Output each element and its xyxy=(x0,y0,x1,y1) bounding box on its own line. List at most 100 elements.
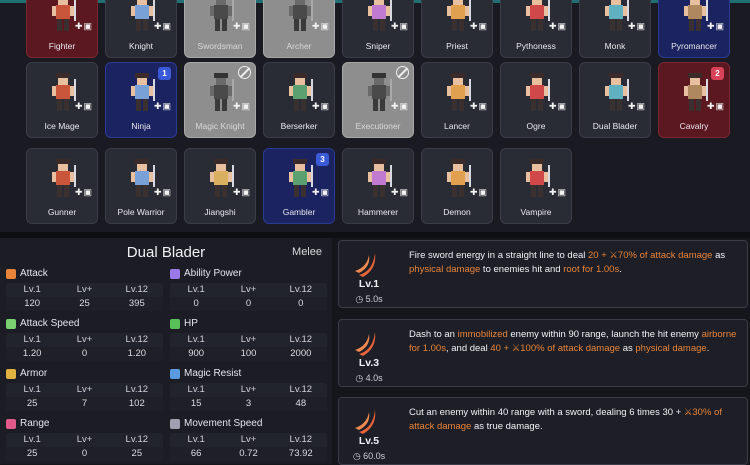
trait-icons: ✚▣ xyxy=(311,187,330,197)
skills-panel: Lv.1 ◷ 5.0s Fire sword energy in a strai… xyxy=(338,238,750,465)
stat-label: Attack Speed xyxy=(6,317,163,331)
stat-table: Lv.1 Lv+ Lv.12 900 100 2000 xyxy=(170,333,327,361)
trait-icons: ✚▣ xyxy=(469,187,488,197)
skill-level-label: Lv.1 xyxy=(358,278,380,290)
trait-icons: ✚▣ xyxy=(548,101,567,111)
stat-table: Lv.1 Lv+ Lv.12 15 3 48 xyxy=(170,383,327,411)
unit-card[interactable]: ✚▣ Jiangshi xyxy=(184,148,256,224)
stat-table: Lv.1 Lv+ Lv.12 25 7 102 xyxy=(6,383,163,411)
slash-skill-icon xyxy=(355,332,376,356)
unit-card[interactable]: ✚▣ Gunner xyxy=(26,148,98,224)
skill-card[interactable]: Lv.5 ◷ 60.0s Cut an enemy within 40 rang… xyxy=(338,397,748,465)
trait-icons: ✚▣ xyxy=(469,101,488,111)
unit-card[interactable]: ✚▣ Lancer xyxy=(421,62,493,138)
speed-icon xyxy=(6,319,16,329)
unit-stats-panel: Dual Blader Melee Attack Lv.1 Lv+ Lv.12 120 2… xyxy=(0,238,332,464)
trait-icons: ✚▣ xyxy=(232,187,251,197)
trait-icons: ✚▣ xyxy=(74,101,93,111)
unit-card-label: Hammerer xyxy=(357,207,399,217)
trait-icons: ✚▣ xyxy=(627,101,646,111)
unit-card[interactable]: ✚▣ Ice Mage xyxy=(26,62,98,138)
skill-description: Fire sword energy in a straight line to … xyxy=(409,250,726,275)
unit-card-label: Gambler xyxy=(282,207,316,217)
skill-cooldown: ◷ 60.0s xyxy=(352,451,386,461)
stat-label: Ability Power xyxy=(170,267,327,281)
unit-card[interactable]: ✚▣ Demon xyxy=(421,148,493,224)
unit-card-label: Cavalry xyxy=(679,121,709,131)
unit-card[interactable]: ✚▣ Executioner xyxy=(342,62,414,138)
stat-block: Ability Power Lv.1 Lv+ Lv.12 0 0 0 xyxy=(170,267,327,311)
skill-description: Cut an enemy within 40 range with a swor… xyxy=(409,407,722,432)
unit-card[interactable]: ✚▣ Vampire xyxy=(500,148,572,224)
unit-name-title: Dual Blader xyxy=(126,244,206,261)
plus-icon xyxy=(170,319,180,329)
unit-card-label: Pole Warrior xyxy=(117,207,165,217)
skill-level-label: Lv.5 xyxy=(358,435,380,447)
unit-card[interactable]: ✚▣ Pyromancer xyxy=(658,0,730,58)
boot-icon xyxy=(170,419,180,429)
unit-card[interactable]: ✚▣ Monk xyxy=(579,0,651,58)
unit-card-label: Executioner xyxy=(355,121,401,131)
stat-block: Movement Speed Lv.1 Lv+ Lv.12 66 0.72 73.92 xyxy=(170,417,327,461)
stat-label: Range xyxy=(6,417,163,431)
unit-card[interactable]: ✚▣ Dual Blader xyxy=(579,62,651,138)
stat-label: Magic Resist xyxy=(170,367,327,381)
selection-order-badge: 1 xyxy=(158,67,171,80)
unit-card[interactable]: ✚▣ Ninja 1 xyxy=(105,62,177,138)
stat-block: Armor Lv.1 Lv+ Lv.12 25 7 102 xyxy=(6,367,163,411)
stat-block: Magic Resist Lv.1 Lv+ Lv.12 15 3 48 xyxy=(170,367,327,411)
skill-cooldown: ◷ 4.0s xyxy=(355,373,383,383)
unit-card-label: Swordsman xyxy=(197,41,243,51)
trait-icons: ✚▣ xyxy=(153,187,172,197)
unit-card-label: Ninja xyxy=(131,121,151,131)
trait-icons: ✚▣ xyxy=(627,21,646,31)
orb-icon xyxy=(170,369,180,379)
unit-card[interactable]: ✚▣ Magic Knight xyxy=(184,62,256,138)
trait-icons: ✚▣ xyxy=(74,21,93,31)
trait-icons: ✚▣ xyxy=(548,21,567,31)
locked-icon xyxy=(238,66,251,79)
trait-icons: ✚▣ xyxy=(706,21,725,31)
trait-icons: ✚▣ xyxy=(390,101,409,111)
unit-card[interactable]: ✚▣ Fighter xyxy=(26,0,98,58)
trait-icons: ✚▣ xyxy=(390,21,409,31)
range-icon xyxy=(6,419,16,429)
unit-card[interactable]: ✚▣ Pythoness xyxy=(500,0,572,58)
wand-icon xyxy=(170,269,180,279)
unit-card-label: Magic Knight xyxy=(195,121,245,131)
selection-order-badge: 2 xyxy=(711,67,724,80)
skill-card[interactable]: Lv.3 ◷ 4.0s Dash to an immobilized enemy… xyxy=(338,319,748,387)
slash-skill-icon xyxy=(355,253,376,277)
trait-icons: ✚▣ xyxy=(153,101,172,111)
unit-card[interactable]: ✚▣ Archer xyxy=(263,0,335,58)
stat-table: Lv.1 Lv+ Lv.12 25 0 25 xyxy=(6,433,163,461)
unit-card[interactable]: ✚▣ Knight xyxy=(105,0,177,58)
unit-card-label: Demon xyxy=(443,207,471,217)
unit-card-label: Monk xyxy=(604,41,626,51)
unit-card[interactable]: ✚▣ Berserker xyxy=(263,62,335,138)
trait-icons: ✚▣ xyxy=(311,21,330,31)
unit-card[interactable]: ✚▣ Ogre xyxy=(500,62,572,138)
unit-card-label: Sniper xyxy=(365,41,391,51)
stat-block: HP Lv.1 Lv+ Lv.12 900 100 2000 xyxy=(170,317,327,361)
slash-skill-icon xyxy=(355,410,376,434)
unit-card[interactable]: ✚▣ Cavalry 2 xyxy=(658,62,730,138)
unit-card[interactable]: ✚▣ Hammerer xyxy=(342,148,414,224)
skill-level-label: Lv.3 xyxy=(358,357,380,369)
skill-card[interactable]: Lv.1 ◷ 5.0s Fire sword energy in a strai… xyxy=(338,240,748,308)
unit-card[interactable]: ✚▣ Swordsman xyxy=(184,0,256,58)
stat-label: Attack xyxy=(6,267,163,281)
stat-block: Attack Lv.1 Lv+ Lv.12 120 25 395 xyxy=(6,267,163,311)
trait-icons: ✚▣ xyxy=(232,21,251,31)
stat-table: Lv.1 Lv+ Lv.12 0 0 0 xyxy=(170,283,327,311)
unit-card[interactable]: ✚▣ Gambler 3 xyxy=(263,148,335,224)
armor-icon xyxy=(6,369,16,379)
skill-cooldown: ◷ 5.0s xyxy=(355,294,383,304)
stat-block: Range Lv.1 Lv+ Lv.12 25 0 25 xyxy=(6,417,163,461)
unit-card-label: Dual Blader xyxy=(592,121,638,131)
unit-card[interactable]: ✚▣ Pole Warrior xyxy=(105,148,177,224)
unit-card[interactable]: ✚▣ Priest xyxy=(421,0,493,58)
unit-card[interactable]: ✚▣ Sniper xyxy=(342,0,414,58)
stat-block: Attack Speed Lv.1 Lv+ Lv.12 1.20 0 1.20 xyxy=(6,317,163,361)
unit-card-label: Lancer xyxy=(444,121,470,131)
